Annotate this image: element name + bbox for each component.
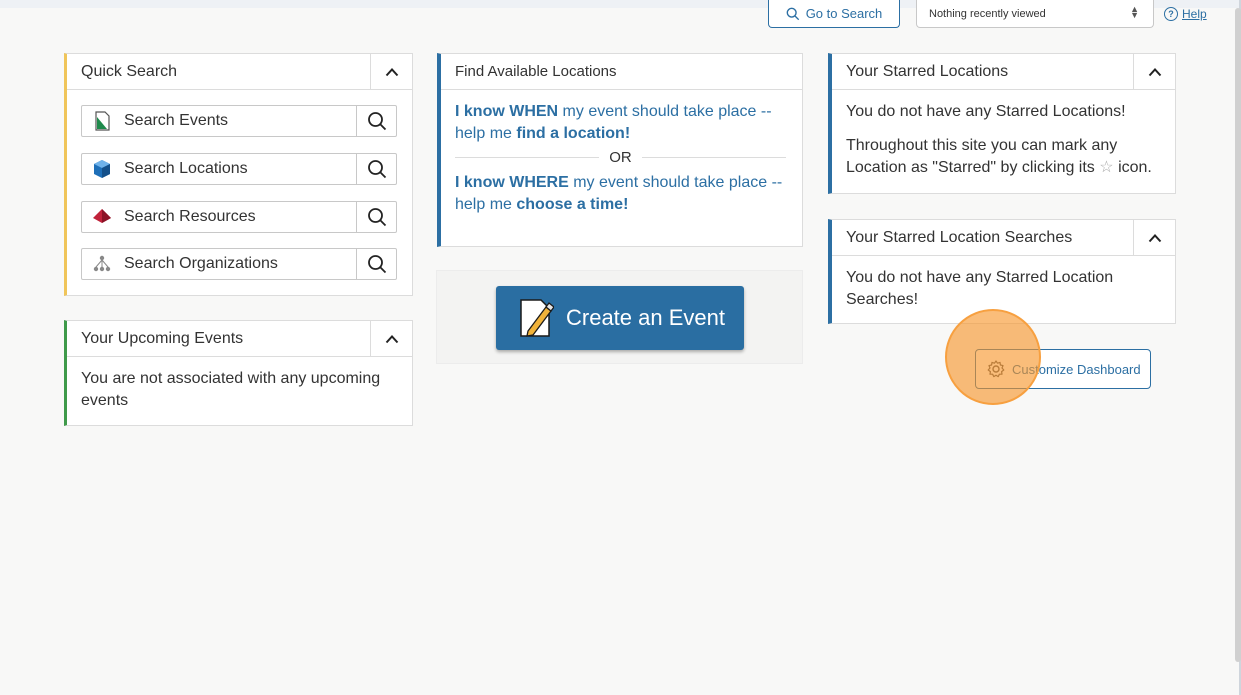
search-events-label: Search Events <box>124 112 229 129</box>
search-locations-row[interactable]: Search Locations <box>81 153 397 185</box>
search-icon <box>367 255 386 274</box>
search-locations-label: Search Locations <box>124 160 248 177</box>
quick-search-header: Quick Search <box>67 54 412 90</box>
search-organizations-row[interactable]: Search Organizations <box>81 248 397 280</box>
search-organizations-button[interactable]: Search Organizations <box>82 249 356 279</box>
starred-searches-panel: Your Starred Location Searches You do no… <box>828 219 1176 324</box>
search-organizations-search-button[interactable] <box>356 249 396 279</box>
search-resources-label: Search Resources <box>124 208 256 225</box>
page-scrollbar[interactable] <box>1235 8 1241 662</box>
search-events-button[interactable]: Search Events <box>82 106 356 136</box>
chevron-up-icon <box>1148 234 1161 243</box>
search-icon <box>367 160 386 179</box>
upcoming-events-message: You are not associated with any upcoming… <box>81 370 381 409</box>
upcoming-events-header: Your Upcoming Events <box>67 321 412 357</box>
document-icon <box>92 111 112 131</box>
starred-locations-panel: Your Starred Locations You do not have a… <box>828 53 1176 194</box>
quick-search-title: Quick Search <box>81 62 178 80</box>
find-locations-header: Find Available Locations <box>441 54 802 90</box>
search-icon <box>367 112 386 131</box>
chevron-up-icon <box>385 335 398 344</box>
or-divider: OR <box>455 149 786 166</box>
help-icon: ? <box>1164 7 1178 21</box>
quick-search-panel: Quick Search Search Events Search Locati… <box>64 53 413 296</box>
starred-locations-body: You do not have any Starred Locations! T… <box>832 90 1175 191</box>
cube-icon <box>92 159 112 179</box>
star-icon: ☆ <box>1099 159 1114 176</box>
edit-document-icon <box>520 299 554 337</box>
upcoming-events-collapse-button[interactable] <box>370 321 412 357</box>
go-to-search-button[interactable]: Go to Search <box>768 0 900 28</box>
starred-searches-collapse-button[interactable] <box>1133 220 1175 256</box>
select-arrows-icon: ▲ ▼ <box>1130 4 1139 20</box>
search-locations-button[interactable]: Search Locations <box>82 154 356 184</box>
chevron-up-icon <box>385 68 398 77</box>
find-locations-title: Find Available Locations <box>455 63 617 80</box>
starred-searches-header: Your Starred Location Searches <box>832 220 1175 256</box>
divider-line <box>455 157 600 158</box>
quick-search-collapse-button[interactable] <box>370 54 412 90</box>
chevron-up-icon <box>1148 68 1161 77</box>
starred-help-part1: Throughout this site you can mark any Lo… <box>846 137 1118 176</box>
help-link[interactable]: ? Help <box>1164 7 1207 21</box>
recently-viewed-value: Nothing recently viewed <box>929 7 1046 20</box>
org-chart-icon <box>92 254 112 274</box>
starred-locations-collapse-button[interactable] <box>1133 54 1175 90</box>
recently-viewed-select[interactable]: Nothing recently viewed ▲ ▼ <box>916 0 1154 28</box>
search-icon <box>367 208 386 227</box>
upcoming-events-title: Your Upcoming Events <box>81 329 244 347</box>
help-label: Help <box>1182 7 1207 21</box>
create-event-container: Create an Event <box>436 270 803 364</box>
starred-locations-title: Your Starred Locations <box>846 62 1009 80</box>
search-resources-row[interactable]: Search Resources <box>81 201 397 233</box>
starred-help-text: Throughout this site you can mark any Lo… <box>846 135 1161 179</box>
find-locations-panel: Find Available Locations I know WHEN my … <box>437 53 803 247</box>
search-resources-button[interactable]: Search Resources <box>82 202 356 232</box>
find-by-where-link[interactable]: I know WHERE my event should take place … <box>455 172 786 216</box>
starred-locations-header: Your Starred Locations <box>832 54 1175 90</box>
search-locations-search-button[interactable] <box>356 154 396 184</box>
no-starred-message: You do not have any Starred Locations! <box>846 103 1126 120</box>
click-highlight-marker <box>945 309 1041 405</box>
find-by-when-link[interactable]: I know WHEN my event should take place -… <box>455 101 786 145</box>
starred-searches-title: Your Starred Location Searches <box>846 228 1073 246</box>
search-resources-search-button[interactable] <box>356 202 396 232</box>
search-icon <box>786 7 799 20</box>
where-bold-text: I know WHERE <box>455 174 569 191</box>
search-organizations-label: Search Organizations <box>124 255 278 272</box>
when-action-text: find a location! <box>516 125 631 142</box>
search-events-search-button[interactable] <box>356 106 396 136</box>
divider-line <box>641 157 786 158</box>
go-to-search-label: Go to Search <box>805 6 883 21</box>
diamond-icon <box>92 207 112 227</box>
or-label: OR <box>609 149 632 166</box>
when-bold-text: I know WHEN <box>455 103 559 120</box>
search-events-row[interactable]: Search Events <box>81 105 397 137</box>
create-event-label: Create an Event <box>566 305 725 330</box>
upcoming-events-panel: Your Upcoming Events You are not associa… <box>64 320 413 426</box>
create-event-button[interactable]: Create an Event <box>496 286 744 350</box>
starred-help-part2: icon. <box>1118 159 1152 176</box>
where-action-text: choose a time! <box>516 196 629 213</box>
